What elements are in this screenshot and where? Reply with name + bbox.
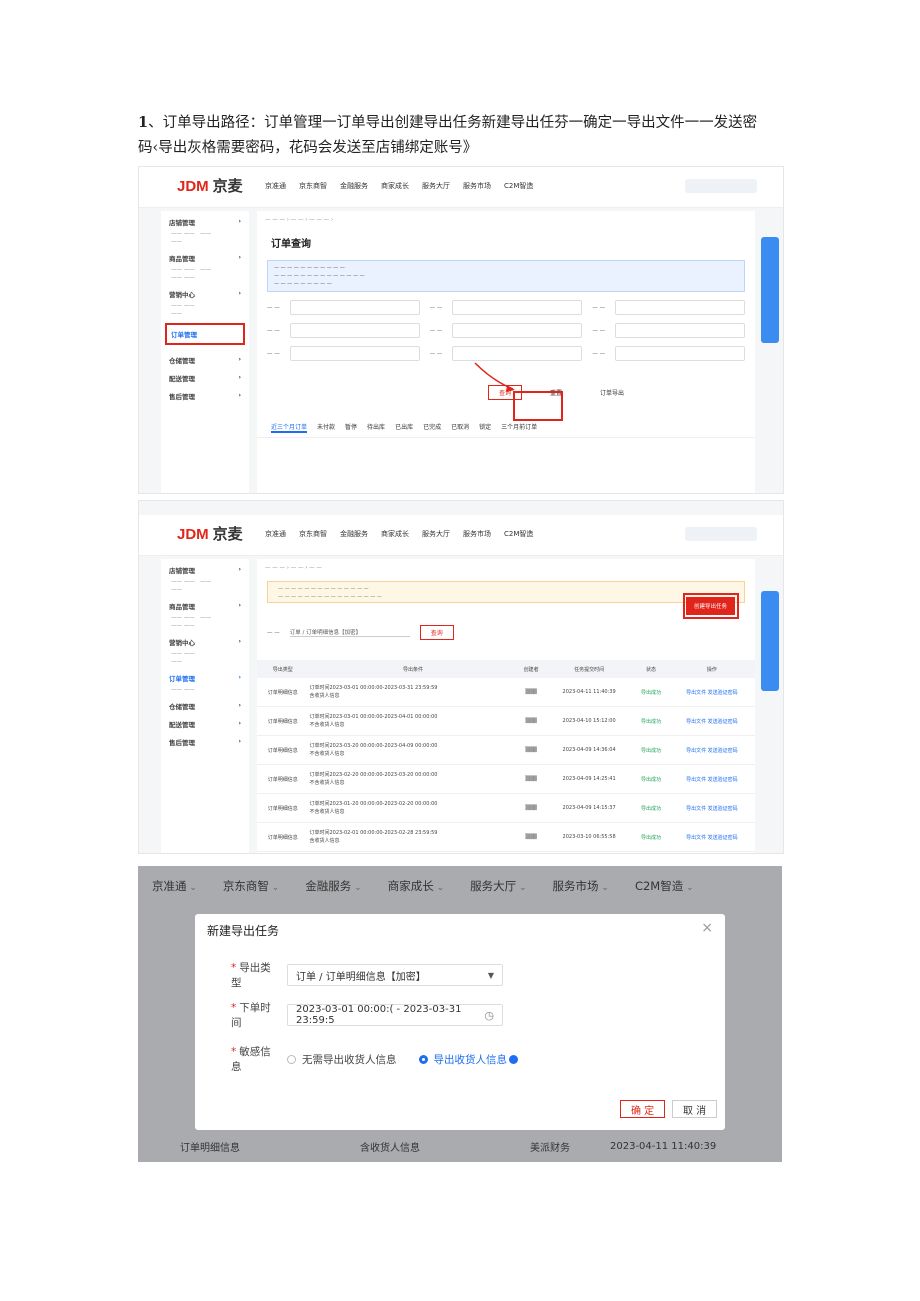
background-nav: 京准通 京东商智 金融服务 商家成长 服务大厅 服务市场 C2M智造 <box>152 878 694 894</box>
arrow-icon <box>474 362 515 392</box>
sidebar: 店铺管理 › —— —— —— —— 商品管理 › —— —— —— —— —— 营销中… <box>161 211 249 493</box>
tab[interactable]: 待出库 <box>367 422 385 433</box>
screenshot-order-query: JDM 京麦 京准通 京东商智 金融服务 商家成长 服务大厅 服务市场 C2M智造… <box>138 166 784 494</box>
tab[interactable]: 已完成 <box>423 422 441 433</box>
sidebar-item[interactable]: 商品管理 › <box>161 247 249 265</box>
sensitive-info-label: 敏感信息 <box>231 1046 271 1073</box>
confirm-button[interactable]: 确 定 <box>620 1100 666 1118</box>
tab[interactable]: 锁定 <box>479 422 491 433</box>
radio-no-receiver-info[interactable]: 无需导出收货人信息 <box>287 1052 397 1067</box>
step-number: 1 <box>138 114 149 131</box>
new-export-task-modal: 新建导出任务 × * 导出类型 订单 / 订单明细信息【加密】 ▼ * 下单时间 20… <box>195 914 725 1130</box>
main-content: — — — › — — › — — — › 订单查询 — — — — — — —… <box>257 211 755 493</box>
export-task-table: 导出类型 导出条件 创建者 任务提交时间 状态 操作 订单明细信息 订单时间20… <box>257 660 755 852</box>
export-type-select[interactable]: 订单 / 订单明细信息【加密】 <box>289 628 410 637</box>
jdm-logo: JDM 京麦 <box>177 526 243 543</box>
modal-title: 新建导出任务 <box>207 924 280 938</box>
close-icon[interactable]: × <box>701 920 713 936</box>
export-highlight-box <box>513 391 563 421</box>
nav-item[interactable]: 京准通 <box>265 181 286 191</box>
tab[interactable]: 已出库 <box>395 422 413 433</box>
help-icon <box>509 1055 518 1064</box>
jdm-logo: JDM 京麦 <box>177 178 243 195</box>
caret-down-icon: ▼ <box>487 970 494 980</box>
sidebar-item[interactable]: 配送管理 › <box>161 367 249 385</box>
page-title: 订单查询 <box>271 239 311 250</box>
order-tabs: 近三个月订单 未付款 暂停 待出库 已出库 已完成 已取消 锁定 三个月前订单 <box>257 418 755 438</box>
cancel-button[interactable]: 取 消 <box>672 1100 718 1118</box>
nav-item[interactable]: 服务市场 <box>463 181 491 191</box>
nav-item[interactable]: 金融服务 <box>340 181 368 191</box>
top-nav: JDM 京麦 京准通 京东商智 金融服务 商家成长 服务大厅 服务市场 C2M智造 <box>139 167 783 208</box>
screenshot-new-export-modal: 京准通 京东商智 金融服务 商家成长 服务大厅 服务市场 C2M智造 订单明细信… <box>138 866 782 1162</box>
tab[interactable]: 暂停 <box>345 422 357 433</box>
nav-menu: 京准通 京东商智 金融服务 商家成长 服务大厅 服务市场 C2M智造 <box>265 530 534 538</box>
warning-banner: — — — — — — — — — — — — — — — — — — — — —… <box>267 581 745 603</box>
top-nav: JDM 京麦 京准通 京东商智 金融服务 商家成长 服务大厅 服务市场 C2M智造 <box>139 515 783 556</box>
sidebar-item-orders-highlighted[interactable]: 订单管理 <box>165 323 245 345</box>
intro-text: 、订单导出路径：订单管理一订单导出创建导出任务新建导出任芬一确定一导出文件一一发… <box>138 115 758 156</box>
nav-item[interactable]: 服务大厅 <box>422 181 450 191</box>
search-input[interactable] <box>685 179 757 193</box>
sidebar-item[interactable]: 店铺管理 › <box>161 211 249 229</box>
nav-menu: 京准通 京东商智 金融服务 商家成长 服务大厅 服务市场 C2M智造 <box>265 181 533 191</box>
sidebar-item[interactable]: 售后管理 › <box>161 385 249 403</box>
table-row: 订单明细信息 订单时间2023-03-20 00:00:00-2023-04-0… <box>257 735 755 765</box>
nav-item[interactable]: C2M智造 <box>504 181 533 191</box>
sidebar-item[interactable]: 营销中心 › <box>161 283 249 301</box>
intro-paragraph: 1、订单导出路径：订单管理一订单导出创建导出任务新建导出任芬一确定一导出文件一一… <box>138 110 788 161</box>
sidebar-item[interactable]: 仓储管理 › <box>161 349 249 367</box>
table-row: 订单明细信息 订单时间2023-03-01 00:00:00-2023-03-3… <box>257 678 755 707</box>
tab[interactable]: 三个月前订单 <box>501 422 537 433</box>
nav-item[interactable]: 商家成长 <box>381 181 409 191</box>
tab[interactable]: 未付款 <box>317 422 335 433</box>
tab[interactable]: 近三个月订单 <box>271 422 308 433</box>
notice-banner: — — — — — — — — — — — — — — — — — — — — —… <box>267 260 745 292</box>
order-time-range-input[interactable]: 2023-03-01 00:00:( - 2023-03-31 23:59:5 ◷ <box>287 1004 503 1026</box>
background-table-row: 订单明细信息 含收货人信息 美派财务 2023-04-11 11:40:39 <box>180 1140 717 1154</box>
clock-icon: ◷ <box>484 1008 494 1022</box>
table-row: 订单明细信息 订单时间2023-02-01 00:00:00-2023-02-2… <box>257 822 755 852</box>
export-type-label: 导出类型 <box>231 962 271 989</box>
create-highlight-box <box>683 593 739 619</box>
side-rail[interactable] <box>761 591 779 691</box>
radio-export-receiver-info[interactable]: 导出收货人信息 <box>418 1052 518 1067</box>
table-row: 订单明细信息 订单时间2023-01-20 00:00:00-2023-02-2… <box>257 793 755 823</box>
tab[interactable]: 已取消 <box>451 422 469 433</box>
sidebar: 店铺管理 › —— —— —— —— 商品管理 › —— —— —— —— —— 营销中… <box>161 559 249 853</box>
screenshot-export-list: JDM 京麦 京准通 京东商智 金融服务 商家成长 服务大厅 服务市场 C2M智造 店铺管理 ›… <box>138 500 784 854</box>
order-export-button[interactable]: 订单导出 <box>590 386 634 399</box>
nav-item[interactable]: 京东商智 <box>299 181 327 191</box>
main-content: — — — › — — › — — — — — — — — — — — — — … <box>257 559 755 853</box>
search-input[interactable] <box>685 527 757 541</box>
table-row: 订单明细信息 订单时间2023-02-20 00:00:00-2023-03-2… <box>257 764 755 794</box>
side-rail[interactable] <box>761 237 779 343</box>
table-row: 订单明细信息 订单时间2023-03-01 00:00:00-2023-04-0… <box>257 706 755 736</box>
order-time-label: 下单时间 <box>231 1002 271 1029</box>
export-type-select[interactable]: 订单 / 订单明细信息【加密】 ▼ <box>287 964 503 986</box>
breadcrumb: — — — › — — › — — — › <box>265 217 334 223</box>
breadcrumb: — — — › — — › — — <box>265 565 322 571</box>
query-button[interactable]: 查询 <box>419 625 454 640</box>
